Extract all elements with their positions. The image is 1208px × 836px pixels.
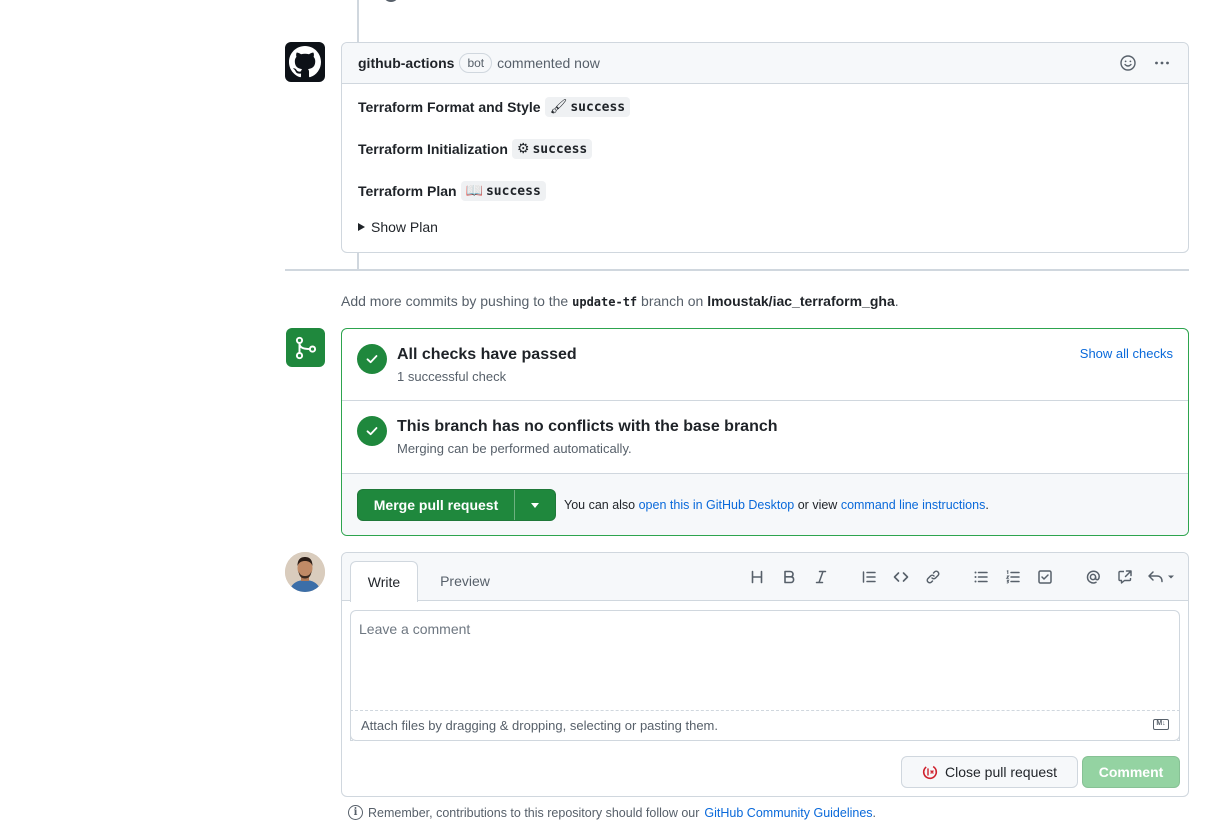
branch-name: update-tf <box>572 295 638 309</box>
reply-icon[interactable] <box>1147 567 1177 587</box>
init-status-line: Terraform Initialization ⚙ success <box>358 139 593 159</box>
community-guidelines-link[interactable]: GitHub Community Guidelines <box>704 806 872 820</box>
timeline-line <box>357 0 359 42</box>
merge-box: All checks have passed 1 successful chec… <box>341 328 1189 536</box>
init-label: Terraform Initialization <box>358 141 508 157</box>
close-pull-request-label: Close pull request <box>944 764 1058 780</box>
info-icon: i <box>348 805 363 820</box>
conflicts-subtitle: Merging can be performed automatically. <box>397 441 632 456</box>
comment-author[interactable]: github-actions <box>358 55 454 71</box>
unordered-list-icon[interactable] <box>971 567 991 587</box>
attach-hint: Attach files by dragging & dropping, sel… <box>361 718 718 733</box>
tab-write[interactable]: Write <box>350 561 418 602</box>
show-all-checks-link[interactable]: Show all checks <box>1080 346 1173 361</box>
timeline-separator <box>285 269 1189 271</box>
checks-section: All checks have passed 1 successful chec… <box>342 329 1188 401</box>
close-pull-request-button[interactable]: Close pull request <box>901 756 1078 788</box>
heading-icon[interactable] <box>747 567 767 587</box>
kebab-horizontal-icon[interactable] <box>1152 53 1172 73</box>
open-in-desktop-link[interactable]: open this in GitHub Desktop <box>639 498 795 512</box>
paintbrush-icon: 🖌 <box>549 99 568 115</box>
tab-preview[interactable]: Preview <box>426 561 504 601</box>
add-commits-middle: branch on <box>641 293 704 309</box>
merge-button-group: Merge pull request <box>357 489 556 521</box>
plan-status-text: success <box>485 183 541 199</box>
command-line-instructions-link[interactable]: command line instructions <box>841 498 986 512</box>
triangle-down-icon <box>531 502 539 508</box>
link-icon[interactable] <box>923 567 943 587</box>
bot-badge: bot <box>459 53 493 73</box>
plan-label: Terraform Plan <box>358 183 457 199</box>
open-book-icon: 📖 <box>465 183 483 199</box>
init-status: ⚙ success <box>511 139 593 159</box>
repo-name: lmoustak/iac_terraform_gha <box>707 293 895 309</box>
github-actions-avatar[interactable] <box>285 42 325 82</box>
task-list-icon[interactable] <box>1035 567 1055 587</box>
bold-icon[interactable] <box>779 567 799 587</box>
comment-header: github-actions bot commented now <box>342 43 1188 84</box>
checks-subtitle: 1 successful check <box>397 369 507 384</box>
merge-method-dropdown[interactable] <box>515 490 555 520</box>
github-logo-icon <box>289 46 321 78</box>
add-commits-suffix: . <box>894 293 899 309</box>
timeline-line <box>357 253 359 269</box>
editor-tabbar: Write Preview <box>342 553 1188 602</box>
format-status-text: success <box>570 99 626 115</box>
format-status-line: Terraform Format and Style 🖌 success <box>358 97 631 117</box>
file-attachment-area[interactable]: Attach files by dragging & dropping, sel… <box>350 710 1180 741</box>
merge-pull-request-button[interactable]: Merge pull request <box>358 490 515 520</box>
user-avatar[interactable] <box>285 552 325 592</box>
show-plan-toggle[interactable]: Show Plan <box>358 219 438 235</box>
code-icon[interactable] <box>891 567 911 587</box>
merge-alternatives-note: You can also open this in GitHub Desktop… <box>564 498 989 512</box>
italic-icon[interactable] <box>811 567 831 587</box>
comment-timestamp[interactable]: commented now <box>497 55 600 71</box>
smiley-icon[interactable] <box>1118 53 1138 73</box>
note-suffix: . <box>985 498 989 512</box>
show-plan-label: Show Plan <box>371 219 438 235</box>
comment-button[interactable]: Comment <box>1082 756 1180 788</box>
check-circle-icon <box>357 344 387 374</box>
markdown-icon[interactable]: M↓ <box>1153 719 1169 730</box>
plan-status: 📖 success <box>460 181 546 201</box>
add-commits-hint: Add more commits by pushing to the updat… <box>341 293 899 309</box>
plan-status-line: Terraform Plan 📖 success <box>358 181 546 201</box>
git-merge-icon <box>286 328 325 367</box>
format-status: 🖌 success <box>544 97 631 117</box>
init-status-text: success <box>532 141 588 157</box>
git-pull-request-closed-icon <box>922 764 938 780</box>
new-comment-form: Write Preview Leave a comment Attach fil… <box>341 552 1189 797</box>
mention-icon[interactable] <box>1083 567 1103 587</box>
ordered-list-icon[interactable] <box>1003 567 1023 587</box>
guidelines-prefix: Remember, contributions to this reposito… <box>368 805 700 820</box>
merge-footer: Merge pull request You can also open thi… <box>342 473 1188 535</box>
cross-reference-icon[interactable] <box>1115 567 1135 587</box>
note-prefix: You can also <box>564 498 636 512</box>
quote-icon[interactable] <box>859 567 879 587</box>
gear-icon: ⚙ <box>516 141 530 157</box>
conflicts-section: This branch has no conflicts with the ba… <box>342 401 1188 473</box>
bot-comment: github-actions bot commented now Terrafo… <box>341 42 1189 253</box>
triangle-right-icon <box>358 223 365 231</box>
guidelines-note: i Remember, contributions to this reposi… <box>348 805 876 820</box>
note-middle: or view <box>797 498 838 512</box>
format-label: Terraform Format and Style <box>358 99 541 115</box>
previous-avatar <box>383 0 399 2</box>
add-commits-prefix: Add more commits by pushing to the <box>341 293 569 309</box>
check-circle-icon <box>357 416 387 446</box>
conflicts-title: This branch has no conflicts with the ba… <box>397 418 778 435</box>
checks-title: All checks have passed <box>397 346 577 363</box>
guidelines-suffix: . <box>872 805 877 820</box>
